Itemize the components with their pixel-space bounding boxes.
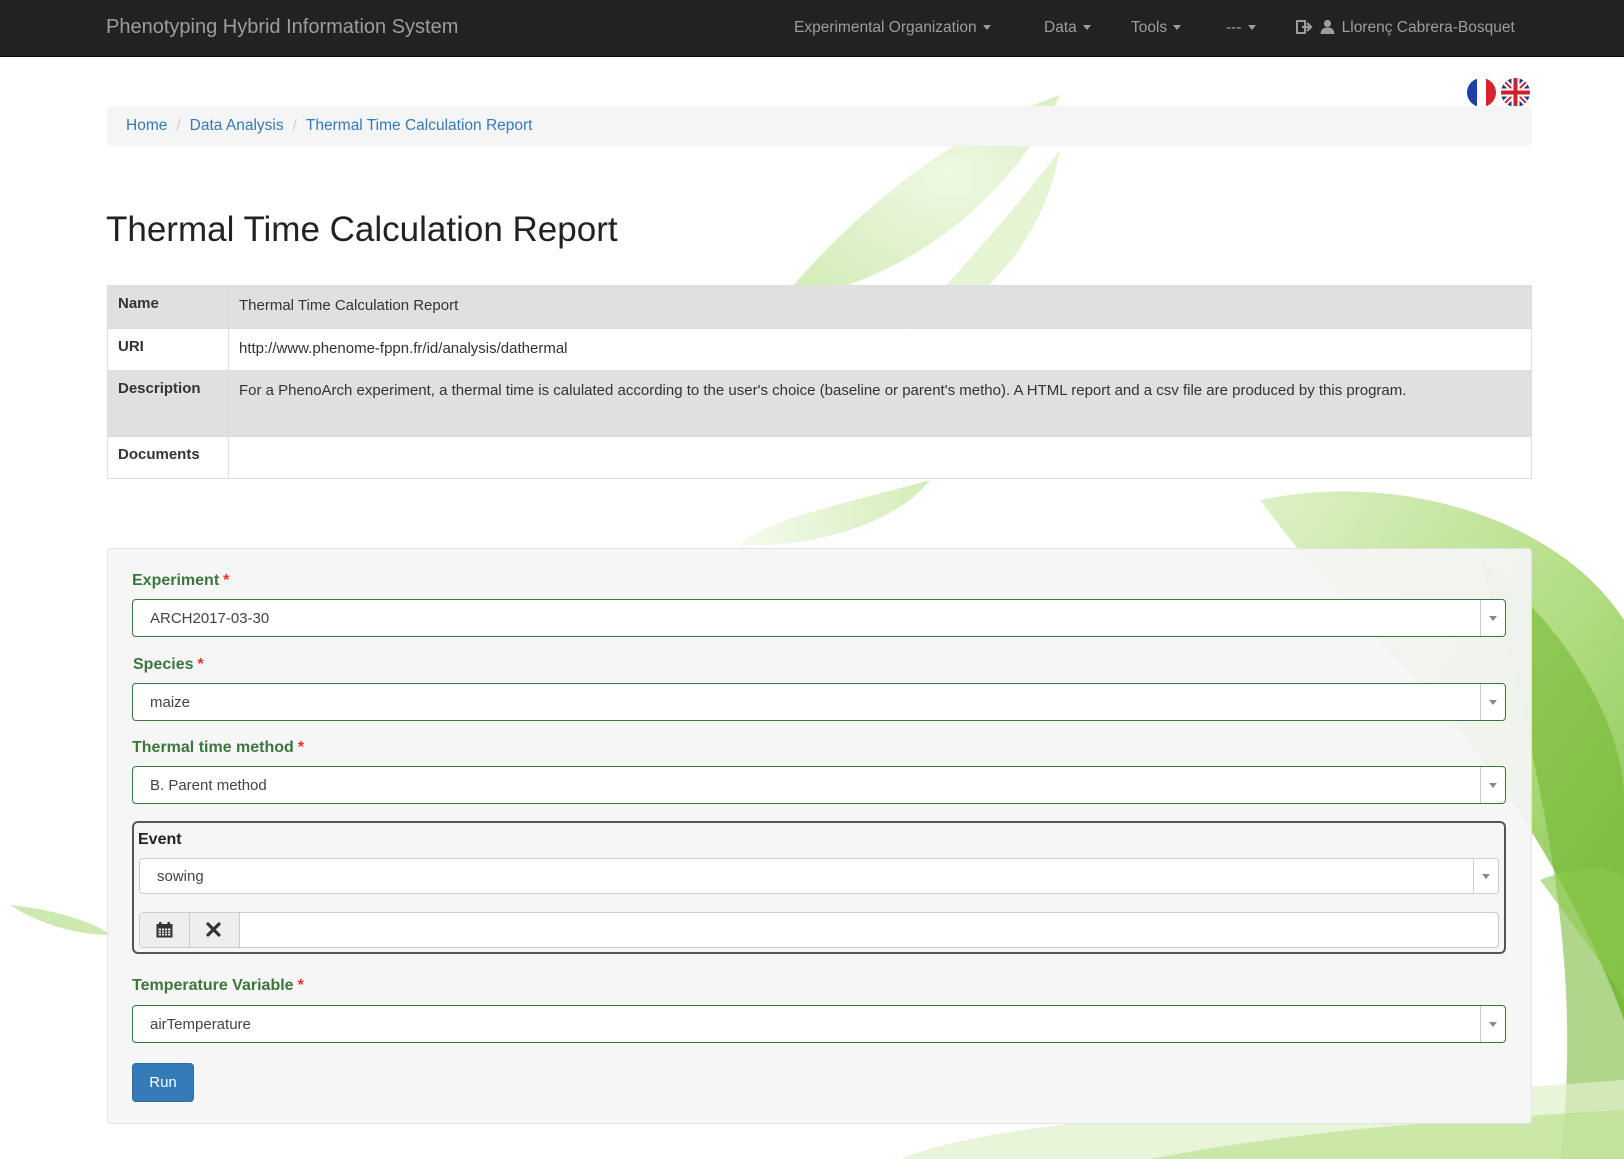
detail-label-description: Description <box>107 370 229 437</box>
thermal-time-form: Experiment * ARCH2017-03-30 Species * maiz… <box>107 548 1532 1124</box>
close-icon <box>206 922 221 937</box>
event-select-toggle[interactable] <box>1473 859 1498 893</box>
menu-experimental-organization-label: Experimental Organization <box>794 19 977 36</box>
experiment-select-value: ARCH2017-03-30 <box>150 610 270 627</box>
table-row: URI http://www.phenome-fppn.fr/id/analys… <box>107 328 1532 371</box>
caret-down-icon <box>982 25 991 31</box>
species-select-toggle[interactable] <box>1480 684 1505 720</box>
event-label: Event <box>138 831 182 848</box>
chevron-down-icon <box>1489 616 1497 621</box>
brand-title[interactable]: Phenotyping Hybrid Information System <box>106 16 458 39</box>
thermal-time-method-select[interactable]: B. Parent method <box>132 766 1506 804</box>
event-select[interactable]: sowing <box>139 858 1499 894</box>
required-mark: * <box>223 572 230 589</box>
species-select-value: maize <box>150 694 191 711</box>
experiment-select[interactable]: ARCH2017-03-30 <box>132 599 1506 637</box>
thermal-time-method-label-text: Thermal time method <box>132 739 294 756</box>
chevron-down-icon <box>1489 700 1497 705</box>
detail-value-description: For a PhenoArch experiment, a thermal ti… <box>228 370 1532 437</box>
experiment-label-text: Experiment <box>132 572 220 589</box>
event-date-picker <box>139 912 1499 948</box>
top-navbar: Phenotyping Hybrid Information System Ex… <box>0 0 1624 57</box>
experiment-label: Experiment * <box>132 572 229 590</box>
table-row: Description For a PhenoArch experiment, … <box>107 370 1532 437</box>
calendar-icon <box>156 922 173 938</box>
user-icon <box>1320 19 1335 34</box>
menu-experimental-organization[interactable]: Experimental Organization <box>794 19 991 37</box>
run-button[interactable]: Run <box>132 1063 194 1102</box>
menu-tools[interactable]: Tools <box>1131 19 1182 37</box>
table-row: Documents <box>107 436 1532 479</box>
breadcrumb-current-page[interactable]: Thermal Time Calculation Report <box>306 117 533 134</box>
user-menu[interactable]: Llorenç Cabrera-Bosquet <box>1296 19 1515 37</box>
thermal-time-method-select-value: B. Parent method <box>150 777 267 794</box>
experiment-select-toggle[interactable] <box>1480 600 1505 636</box>
breadcrumb: Home / Data Analysis / Thermal Time Calculat… <box>107 106 1532 146</box>
thermal-time-method-label: Thermal time method * <box>132 739 304 757</box>
logout-icon[interactable] <box>1296 20 1313 34</box>
table-row: Name Thermal Time Calculation Report <box>107 285 1532 329</box>
species-label: Species * <box>133 656 204 674</box>
breadcrumb-home[interactable]: Home <box>126 117 167 134</box>
user-name: Llorenç Cabrera-Bosquet <box>1341 19 1515 36</box>
event-date-input[interactable] <box>240 913 1498 947</box>
chevron-down-icon <box>1489 1022 1497 1027</box>
menu-data-label: Data <box>1044 19 1077 36</box>
chevron-down-icon <box>1489 783 1497 788</box>
temperature-variable-select-value: airTemperature <box>150 1016 251 1033</box>
species-label-text: Species <box>133 656 194 673</box>
detail-label-uri: URI <box>107 328 229 371</box>
required-mark: * <box>197 656 204 673</box>
detail-label-documents: Documents <box>107 436 229 479</box>
menu-more[interactable]: --- <box>1226 19 1256 37</box>
detail-value-documents <box>228 436 1532 479</box>
menu-tools-label: Tools <box>1131 19 1168 36</box>
detail-value-uri: http://www.phenome-fppn.fr/id/analysis/d… <box>228 328 1532 371</box>
thermal-time-method-select-toggle[interactable] <box>1480 767 1505 803</box>
clear-date-button[interactable] <box>190 913 240 947</box>
analysis-detail-table: Name Thermal Time Calculation Report URI… <box>107 285 1532 479</box>
event-select-value: sowing <box>157 868 204 885</box>
caret-down-icon <box>1173 25 1182 31</box>
caret-down-icon <box>1247 25 1256 31</box>
calendar-button[interactable] <box>140 913 190 947</box>
species-select[interactable]: maize <box>132 683 1506 721</box>
french-flag-icon[interactable] <box>1467 78 1496 107</box>
required-mark: * <box>297 977 304 994</box>
breadcrumb-data-analysis[interactable]: Data Analysis <box>190 117 284 134</box>
menu-data[interactable]: Data <box>1044 19 1091 37</box>
temperature-variable-select-toggle[interactable] <box>1480 1006 1505 1042</box>
chevron-down-icon <box>1482 874 1490 879</box>
detail-value-name: Thermal Time Calculation Report <box>228 285 1532 329</box>
required-mark: * <box>297 739 305 756</box>
event-group: Event sowing <box>132 821 1506 954</box>
english-flag-icon[interactable] <box>1501 78 1530 107</box>
menu-more-label: --- <box>1226 19 1242 36</box>
temperature-variable-select[interactable]: airTemperature <box>132 1005 1506 1043</box>
caret-down-icon <box>1082 25 1091 31</box>
temperature-variable-label-text: Temperature Variable <box>132 977 294 994</box>
temperature-variable-label: Temperature Variable * <box>132 977 304 995</box>
detail-label-name: Name <box>107 285 229 329</box>
page-title: Thermal Time Calculation Report <box>106 210 618 249</box>
